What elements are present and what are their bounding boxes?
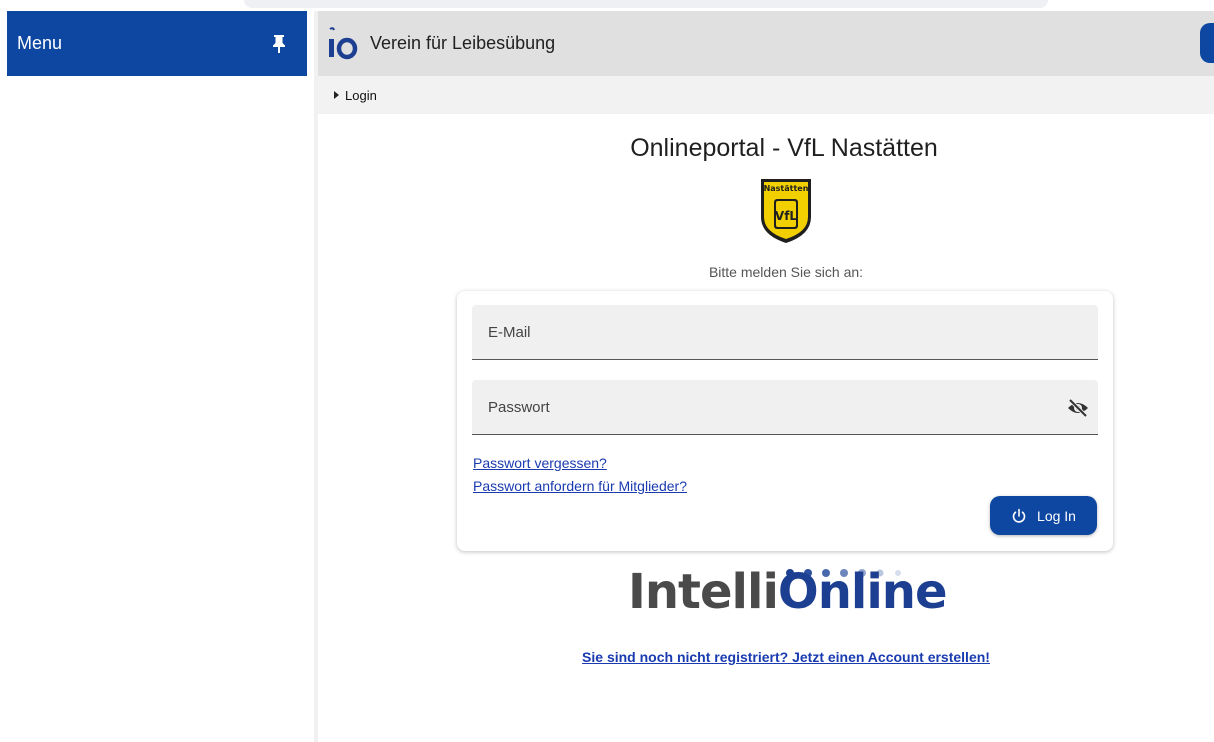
request-password-link[interactable]: Passwort anfordern für Mitglieder?: [473, 478, 687, 494]
email-field[interactable]: [472, 305, 1098, 359]
login-prompt: Bitte melden Sie sich an:: [708, 264, 864, 280]
io-logo[interactable]: [328, 26, 358, 61]
pin-icon[interactable]: [271, 34, 287, 54]
power-icon: [1011, 508, 1027, 524]
breadcrumb-item-login[interactable]: Login: [345, 88, 377, 103]
app-header: Verein für Leibesübung: [318, 11, 1214, 76]
club-logo-text-top: Nastätten: [764, 184, 809, 193]
sidebar-title: Menu: [17, 33, 63, 53]
caret-right-icon: [334, 91, 339, 99]
browser-top-strip: [0, 0, 1214, 11]
sidebar-header: Menu: [7, 11, 307, 76]
sidebar: Menu: [7, 11, 307, 742]
header-action-button[interactable]: [1200, 23, 1214, 63]
login-button-label: Log In: [1037, 507, 1076, 524]
login-button[interactable]: Log In: [990, 496, 1097, 535]
club-logo-text-main: VfL: [775, 209, 798, 223]
page-title: Onlineportal - VfL Nastätten: [630, 134, 938, 162]
forgot-password-link[interactable]: Passwort vergessen?: [473, 455, 607, 471]
logo-text-online: Online: [777, 564, 948, 620]
eye-off-icon[interactable]: [1066, 396, 1090, 420]
register-link[interactable]: Sie sind noch nicht registriert? Jetzt e…: [318, 649, 1214, 665]
main-content: Onlineportal - VfL Nastätten Nastätten V…: [318, 114, 1214, 700]
breadcrumb: Login: [318, 76, 1214, 114]
intellionline-logo: IntelliOnline: [628, 562, 947, 624]
top-bar-shape: [244, 0, 1048, 8]
logo-text-intelli: Intelli: [628, 564, 779, 620]
password-field-container: [472, 380, 1098, 435]
email-field-container: [472, 305, 1098, 360]
password-field[interactable]: [472, 380, 1098, 434]
login-card: Passwort vergessen? Passwort anfordern f…: [457, 291, 1113, 551]
app-title: Verein für Leibesübung: [370, 33, 556, 53]
club-logo: Nastätten VfL: [758, 177, 814, 245]
